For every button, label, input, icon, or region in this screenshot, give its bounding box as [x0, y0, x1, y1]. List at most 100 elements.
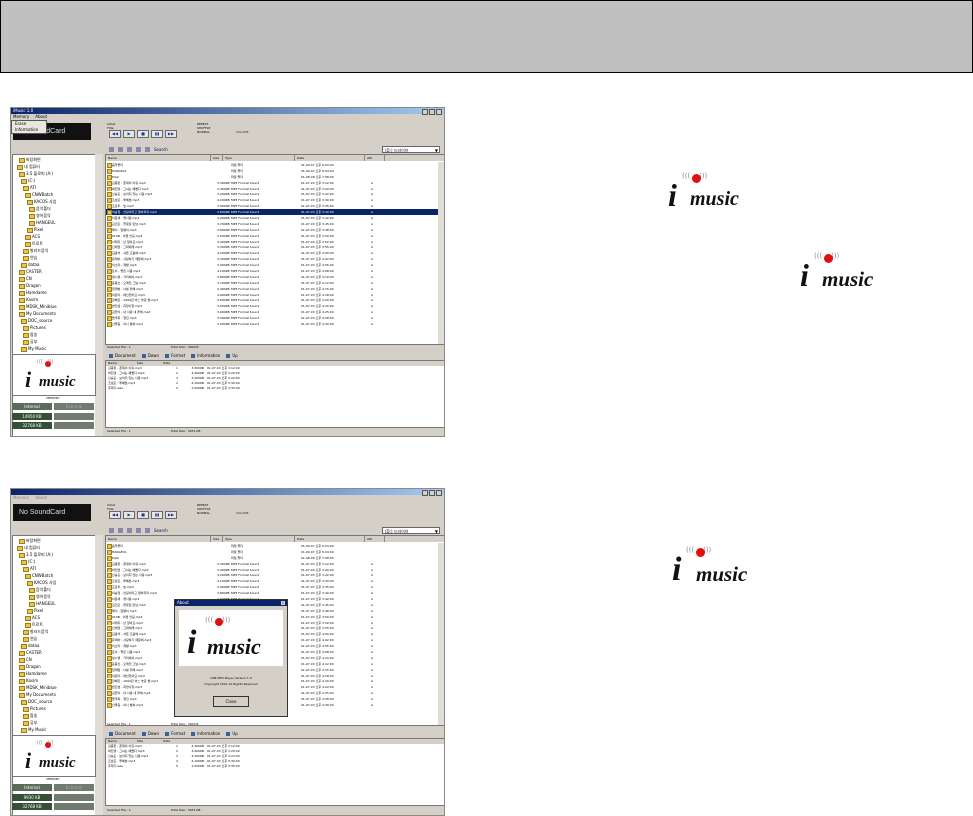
tree-node[interactable]: Pixel — [27, 227, 43, 233]
tree-node[interactable]: Pictures — [23, 706, 46, 712]
tree-node[interactable]: ATI — [23, 566, 36, 572]
tab-up[interactable]: Up — [226, 731, 237, 736]
tree-node[interactable]: 발라드음악 — [23, 629, 48, 635]
file-list-scrollbar[interactable] — [438, 543, 444, 725]
tree-node[interactable]: 트로트 — [25, 622, 43, 628]
tree-node[interactable]: 3.5 플로피 (A:) — [19, 552, 53, 558]
search-button[interactable]: Search — [154, 147, 168, 152]
tree-node[interactable]: 연습 — [23, 255, 37, 261]
col-name[interactable]: Name — [106, 155, 211, 161]
tree-node[interactable]: Dragon — [19, 664, 41, 670]
tree-node[interactable]: 트로트 — [25, 241, 43, 247]
tree-node[interactable]: 내 컴퓨터 — [17, 545, 40, 551]
play-button[interactable]: ▶ — [123, 511, 135, 519]
drive-select[interactable]: (D:) 드라이브 — [382, 527, 440, 535]
tree-node[interactable]: dataa — [21, 262, 39, 268]
tree-node[interactable]: 바탕화면 — [19, 538, 41, 544]
col-name[interactable]: Name — [106, 536, 211, 542]
tab-up[interactable]: Up — [226, 353, 237, 358]
tree-node[interactable]: dataa — [21, 643, 39, 649]
file-list[interactable]: Name Size Type Date Attr 음악폴더 파일 폴더 01-09-… — [105, 154, 444, 345]
tree-node[interactable]: 연습 — [23, 636, 37, 642]
paste-icon[interactable] — [127, 527, 132, 533]
tab-format[interactable]: Format — [165, 731, 185, 736]
memory-file-row[interactable]: 주제가.wav 5 1,500KB 01-07-03 오후 3:35:00 — [106, 764, 444, 769]
tree-node[interactable]: Dragon — [19, 283, 41, 289]
tree-node[interactable]: HANGEUL — [29, 601, 56, 607]
tab-information[interactable]: Information — [191, 731, 220, 736]
external-button[interactable]: External — [54, 403, 94, 410]
tree-node[interactable]: CASTER — [19, 269, 42, 275]
tab-information[interactable]: Information — [191, 353, 220, 358]
tree-node[interactable]: Kasim — [19, 678, 38, 684]
view-icon[interactable] — [136, 146, 141, 152]
stop-button[interactable]: ■ — [137, 511, 149, 519]
tree-node[interactable]: KACOS 사업 — [27, 580, 56, 586]
col-date[interactable]: Date — [295, 155, 365, 161]
col-type[interactable]: Type — [223, 155, 295, 161]
tab-document[interactable]: Document — [109, 731, 136, 736]
tree-node[interactable]: CNWBatch — [25, 192, 53, 198]
tree-node[interactable]: 바탕화면 — [19, 157, 41, 163]
menu-item-information[interactable]: Information — [15, 127, 46, 133]
col-size[interactable]: Size — [211, 536, 223, 542]
tab-down[interactable]: Down — [142, 731, 159, 736]
tree-node[interactable]: Pixel — [27, 608, 43, 614]
tree-node[interactable]: 팝송 — [23, 332, 37, 338]
memory-file-list[interactable]: Name Size Date 김종환 - 존재의 이유.mp3 1 3,300KB 01-… — [105, 360, 444, 428]
tree-node[interactable]: Hamdame — [19, 671, 47, 677]
about-close-button[interactable]: Close — [213, 696, 249, 707]
tree-node[interactable]: CNWBatch — [25, 573, 53, 579]
search-icon[interactable] — [145, 527, 150, 533]
internal-button[interactable]: Internal — [12, 403, 52, 410]
tree-node[interactable]: 3.5 플로피 (A:) — [19, 171, 53, 177]
tree-node[interactable]: CN — [19, 657, 32, 663]
tree-node[interactable]: MDSK_Miniblue — [19, 304, 57, 310]
tree-node[interactable]: DOC_source — [21, 699, 52, 705]
memory-file-list[interactable]: Name Size Date 김종환 - 존재의 이유.mp3 1 3,300KB 01-… — [105, 738, 444, 806]
stop-button[interactable]: ■ — [137, 130, 149, 138]
search-button[interactable]: Search — [154, 528, 168, 533]
cut-icon[interactable] — [109, 146, 114, 152]
tree-node[interactable]: My Documents — [19, 311, 56, 317]
tree-node[interactable]: 음악폴더 — [29, 206, 51, 212]
tree-node[interactable]: 내 컴퓨터 — [17, 164, 40, 170]
tree-node[interactable]: DOC_source — [21, 318, 52, 324]
cut-icon[interactable] — [109, 527, 114, 533]
file-list-scrollbar[interactable] — [438, 162, 444, 344]
mode-normal[interactable]: NORMAL — [197, 511, 210, 515]
tree-node[interactable]: 공부 — [23, 339, 37, 345]
tree-node[interactable]: My Music — [21, 346, 46, 352]
copy-icon[interactable] — [118, 146, 123, 152]
search-icon[interactable] — [145, 146, 150, 152]
tree-node[interactable]: (C:) — [21, 178, 35, 184]
memory-file-row[interactable]: 주제가.wav 5 1,500KB 01-07-03 오후 3:35:00 — [106, 386, 444, 391]
tree-node[interactable]: ACS — [25, 234, 40, 240]
col-date[interactable]: Date — [295, 536, 365, 542]
play-button[interactable]: ▶ — [123, 130, 135, 138]
tree-node[interactable]: Pictures — [23, 325, 46, 331]
tree-node[interactable]: ACS — [25, 615, 40, 621]
tree-scrollbar[interactable] — [95, 154, 103, 436]
prev-button[interactable]: ◀◀ — [109, 511, 121, 519]
paste-icon[interactable] — [127, 146, 132, 152]
tree-scrollbar[interactable] — [95, 535, 103, 815]
next-button[interactable]: ▶▶ — [165, 511, 177, 519]
tab-document[interactable]: Document — [109, 353, 136, 358]
about-close-icon[interactable]: × — [281, 601, 285, 605]
external-button[interactable]: External — [54, 784, 94, 791]
pause-button[interactable]: ▮▮ — [151, 130, 163, 138]
copy-icon[interactable] — [118, 527, 123, 533]
tree-node[interactable]: MDSK_Miniblue — [19, 685, 57, 691]
internal-button[interactable]: Internal — [12, 784, 52, 791]
tree-node[interactable]: 음악폴더 — [29, 587, 51, 593]
col-type[interactable]: Type — [223, 536, 295, 542]
tree-node[interactable]: 공부 — [23, 720, 37, 726]
tree-node[interactable]: Hamdame — [19, 290, 47, 296]
tree-node[interactable]: CN — [19, 276, 32, 282]
tab-format[interactable]: Format — [165, 353, 185, 358]
tree-node[interactable]: Kasim — [19, 297, 38, 303]
tree-node[interactable]: KACOS 사업 — [27, 199, 56, 205]
tree-node[interactable]: My Music — [21, 727, 46, 733]
tree-node[interactable]: 발라드음악 — [23, 248, 48, 254]
